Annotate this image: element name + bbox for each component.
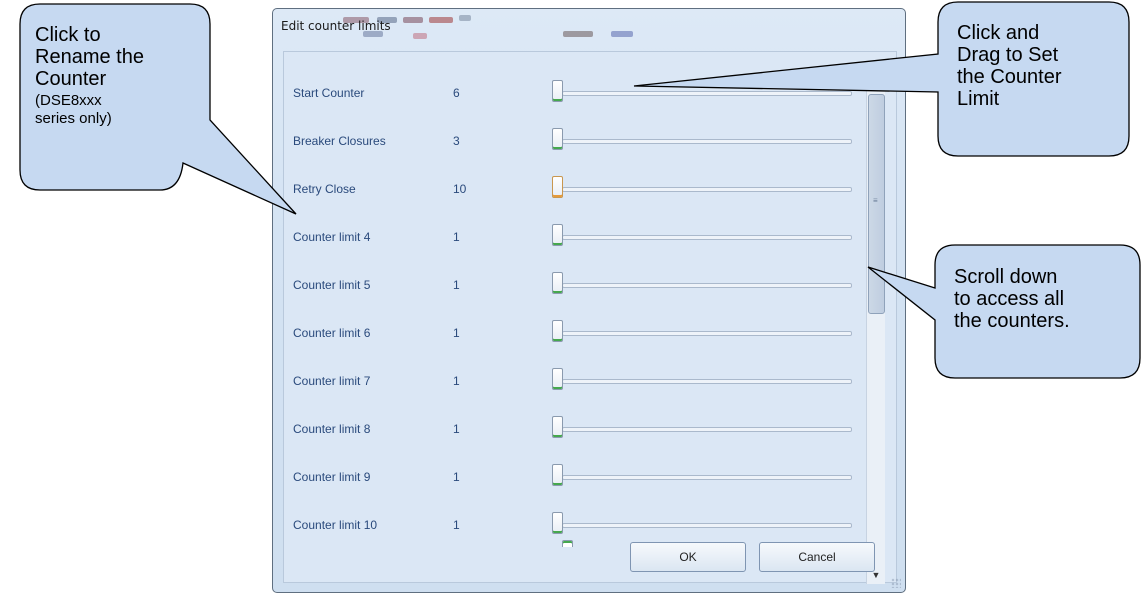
- counter-row: Retry Close 10: [284, 169, 854, 209]
- ok-button[interactable]: OK: [630, 542, 746, 572]
- counter-row: Counter limit 9 1: [284, 457, 854, 497]
- rename-callout-line: Rename the: [35, 46, 144, 68]
- grip-icon: ≡: [873, 196, 878, 205]
- counter-slider-thumb[interactable]: [552, 272, 563, 294]
- counter-slider-track[interactable]: [562, 379, 852, 384]
- vertical-scrollbar[interactable]: ▲ ≡ ▼: [866, 76, 885, 584]
- counter-slider-track[interactable]: [562, 331, 852, 336]
- counter-row: Counter limit 4 1: [284, 217, 854, 257]
- counter-name-label[interactable]: Counter limit 10: [293, 518, 377, 532]
- drag-callout-line: Limit: [957, 88, 1000, 110]
- counter-row: Counter limit 6 1: [284, 313, 854, 353]
- counter-value: 1: [453, 470, 460, 484]
- counter-name-label[interactable]: Counter limit 6: [293, 326, 370, 340]
- title-bar[interactable]: Edit counter limits: [273, 9, 905, 49]
- counter-slider-track[interactable]: [562, 427, 852, 432]
- cancel-button[interactable]: Cancel: [759, 542, 875, 572]
- drag-callout-line: the Counter: [957, 66, 1062, 88]
- counter-list-panel: Start Counter 6 Breaker Closures 3 Retry…: [283, 51, 897, 584]
- counter-name-label[interactable]: Counter limit 8: [293, 422, 370, 436]
- counter-row: Counter limit 5 1: [284, 265, 854, 305]
- counter-name-label[interactable]: Counter limit 4: [293, 230, 370, 244]
- counter-value: 1: [453, 230, 460, 244]
- counter-name-label[interactable]: Counter limit 5: [293, 278, 370, 292]
- rename-callout-line: series only): [35, 110, 112, 127]
- counter-slider-thumb[interactable]: [552, 176, 563, 198]
- counter-name-label[interactable]: Start Counter: [293, 86, 364, 100]
- counter-row: Breaker Closures 3: [284, 121, 854, 161]
- counter-value: 1: [453, 518, 460, 532]
- scroll-callout-line: the counters.: [954, 310, 1070, 332]
- edit-counter-limits-dialog: Edit counter limits Start Counter 6 Brea…: [272, 8, 906, 593]
- counter-slider-track[interactable]: [562, 283, 852, 288]
- counter-slider-track[interactable]: [562, 187, 852, 192]
- rename-callout-line: Click to: [35, 24, 101, 46]
- scrollbar-thumb[interactable]: ≡: [868, 94, 885, 314]
- counter-slider-track[interactable]: [562, 139, 852, 144]
- counter-row: Start Counter 6: [284, 73, 854, 113]
- counter-value: 1: [453, 278, 460, 292]
- counter-value: 10: [453, 182, 467, 196]
- counter-value: 3: [453, 134, 460, 148]
- counter-slider-thumb[interactable]: [552, 416, 563, 438]
- rename-callout-line: Counter: [35, 68, 107, 90]
- counter-slider-track[interactable]: [562, 235, 852, 240]
- counter-slider-thumb[interactable]: [552, 368, 563, 390]
- drag-callout-line: Drag to Set: [957, 44, 1059, 66]
- scroll-callout-line: Scroll down: [954, 266, 1058, 288]
- counter-slider-thumb-partial[interactable]: [562, 540, 573, 547]
- counter-slider-thumb[interactable]: [552, 80, 563, 102]
- counter-name-label[interactable]: Counter limit 7: [293, 374, 370, 388]
- counter-slider-thumb[interactable]: [552, 128, 563, 150]
- counter-row: Counter limit 8 1: [284, 409, 854, 449]
- drag-callout-line: Click and: [957, 22, 1040, 44]
- counter-value: 1: [453, 374, 460, 388]
- counter-name-label[interactable]: Retry Close: [293, 182, 356, 196]
- counter-slider-track[interactable]: [562, 475, 852, 480]
- scroll-callout-line: to access all: [954, 288, 1065, 310]
- counter-slider-track[interactable]: [562, 91, 852, 96]
- counter-value: 1: [453, 422, 460, 436]
- counter-slider-track[interactable]: [562, 523, 852, 528]
- resize-grip-icon[interactable]: [891, 578, 901, 588]
- counter-value: 1: [453, 326, 460, 340]
- counter-slider-thumb[interactable]: [552, 224, 563, 246]
- counter-slider-thumb[interactable]: [552, 464, 563, 486]
- dialog-title: Edit counter limits: [281, 19, 391, 33]
- counter-name-label[interactable]: Breaker Closures: [293, 134, 386, 148]
- counter-slider-thumb[interactable]: [552, 512, 563, 534]
- counter-row: Counter limit 7 1: [284, 361, 854, 401]
- counter-row: Counter limit 10 1: [284, 505, 854, 545]
- counter-name-label[interactable]: Counter limit 9: [293, 470, 370, 484]
- counter-value: 6: [453, 86, 460, 100]
- counter-slider-thumb[interactable]: [552, 320, 563, 342]
- rename-callout-line: (DSE8xxx: [35, 92, 102, 109]
- scroll-up-arrow-icon[interactable]: ▲: [867, 76, 885, 94]
